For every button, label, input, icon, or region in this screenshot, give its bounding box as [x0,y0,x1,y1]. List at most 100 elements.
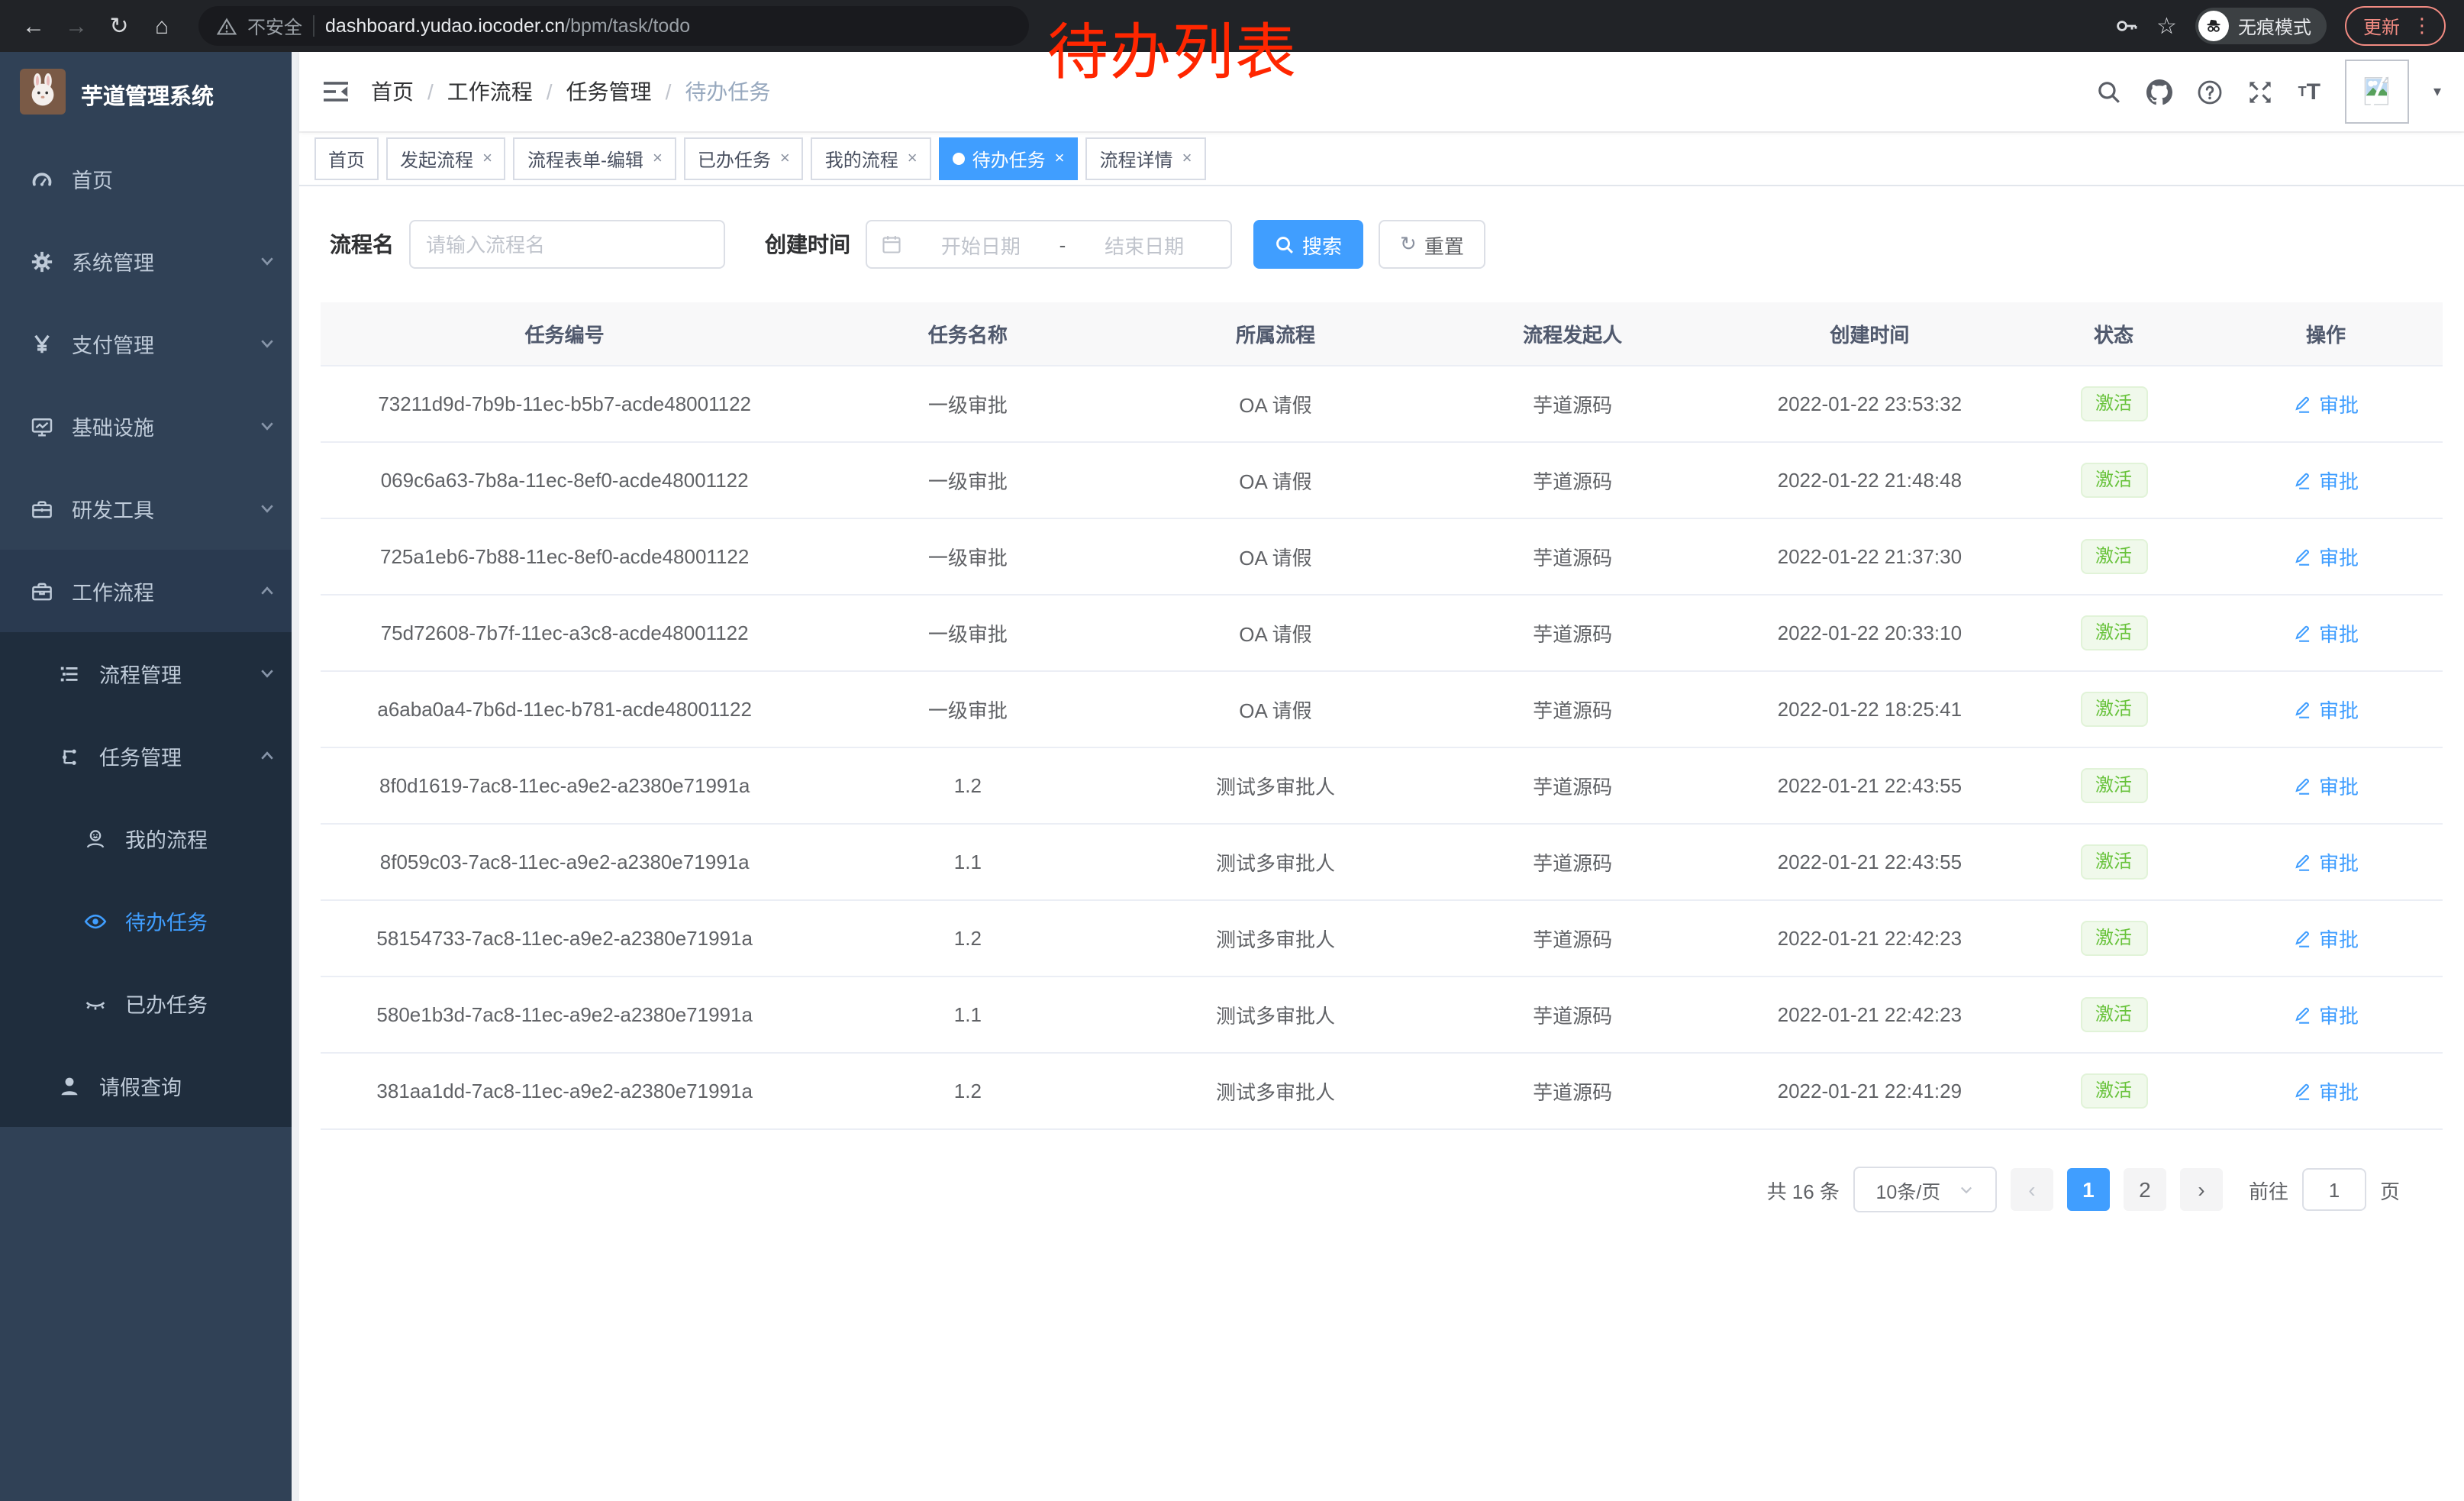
divider [313,15,314,37]
github-icon[interactable] [2147,79,2173,105]
prev-page-button[interactable]: ‹ [2011,1168,2053,1211]
browser-reload-icon[interactable]: ↻ [101,8,137,44]
process-cell: OA 请假 [1127,671,1424,747]
content: 流程名 创建时间 开始日期 - 结束日期 搜索 ↻ [299,186,2464,1501]
font-size-icon[interactable]: TT [2298,80,2320,103]
approve-button[interactable]: 审批 [2293,618,2359,647]
sidebar-item-todo-tasks[interactable]: 待办任务 [0,880,299,962]
active-tab-dot [953,153,965,165]
approve-button[interactable]: 审批 [2293,542,2359,571]
sidebar-item-system[interactable]: 系统管理 [0,220,299,302]
browser-home-icon[interactable]: ⌂ [144,8,180,44]
search-button[interactable]: 搜索 [1253,220,1363,269]
process-cell: OA 请假 [1127,366,1424,442]
approve-button[interactable]: 审批 [2293,695,2359,724]
sidebar-item-home[interactable]: 首页 [0,137,299,220]
update-label: 更新 [2363,13,2400,39]
sidebar-item-my-process[interactable]: 我的流程 [0,797,299,880]
share-icon [58,744,81,767]
approve-button[interactable]: 审批 [2293,771,2359,800]
page-numbers: 12 [2067,1168,2166,1211]
sidebar-collapse-icon[interactable] [322,78,350,105]
starter-cell: 芋道源码 [1424,900,1721,976]
incognito-badge[interactable]: 无痕模式 [2195,8,2327,44]
table-row: 8f059c03-7ac8-11ec-a9e2-a2380e71991a1.1测… [321,824,2443,900]
fullscreen-icon[interactable] [2248,79,2274,105]
avatar[interactable] [2345,60,2409,124]
tab-close-icon[interactable]: × [653,150,663,168]
chevron-down-icon [258,417,276,435]
browser-back-icon[interactable]: ← [15,8,52,44]
status-cell: 激活 [2018,366,2209,442]
tab-home[interactable]: 首页 [314,137,379,180]
breadcrumb-item[interactable]: 首页 [371,76,414,107]
help-icon[interactable] [2198,79,2224,105]
starter-cell: 芋道源码 [1424,518,1721,595]
task-name-cell: 1.2 [808,900,1127,976]
sidebar-scrollbar[interactable] [292,52,299,1501]
column-header: 任务编号 [321,302,808,366]
people-icon [84,827,107,850]
tab-start-process[interactable]: 发起流程× [386,137,506,180]
breadcrumb-item[interactable]: 工作流程 [447,76,533,107]
goto-page-input[interactable] [2302,1168,2366,1211]
breadcrumb-item[interactable]: 任务管理 [566,76,652,107]
reset-button[interactable]: ↻ 重置 [1379,220,1485,269]
chevron-up-icon [258,747,276,765]
tab-process-detail[interactable]: 流程详情× [1086,137,1206,180]
task-name-cell: 1.1 [808,976,1127,1053]
tab-done-tasks[interactable]: 已办任务× [684,137,804,180]
tab-close-icon[interactable]: × [1055,150,1065,168]
sidebar-item-workflow[interactable]: 工作流程 [0,550,299,632]
column-header: 操作 [2209,302,2443,366]
eye-closed-icon [84,992,107,1015]
sidebar-item-infra[interactable]: 基础设施 [0,385,299,467]
browser-menu-dots-icon[interactable]: ⋮ [2412,14,2432,38]
browser-forward-icon[interactable]: → [58,8,95,44]
process-cell: 测试多审批人 [1127,1053,1424,1129]
tab-todo-tasks[interactable]: 待办任务× [939,137,1079,180]
status-badge: 激活 [2080,922,2147,956]
approve-button[interactable]: 审批 [2293,466,2359,495]
tab-close-icon[interactable]: × [908,150,918,168]
sidebar-logo[interactable]: 芋道管理系统 [0,52,299,137]
tab-form-edit[interactable]: 流程表单-编辑× [514,137,676,180]
task-name-cell: 一级审批 [808,442,1127,518]
page-number-2[interactable]: 2 [2124,1168,2166,1211]
date-range-picker[interactable]: 开始日期 - 结束日期 [866,220,1232,269]
sidebar-item-task-mgmt[interactable]: 任务管理 [0,715,299,797]
page-size-select[interactable]: 10条/页 [1853,1167,1997,1212]
warning-icon [217,16,237,36]
search-icon[interactable] [2097,79,2123,105]
approve-button[interactable]: 审批 [2293,924,2359,953]
approve-button[interactable]: 审批 [2293,389,2359,418]
status-cell: 激活 [2018,595,2209,671]
tab-close-icon[interactable]: × [482,150,492,168]
status-cell: 激活 [2018,900,2209,976]
tab-my-process[interactable]: 我的流程× [811,137,931,180]
approve-button[interactable]: 审批 [2293,1000,2359,1029]
tab-close-icon[interactable]: × [780,150,790,168]
process-name-input[interactable] [409,220,725,269]
address-bar[interactable]: 不安全 dashboard.yudao.iocoder.cn/bpm/task/… [198,6,1029,46]
sidebar-item-done-tasks[interactable]: 已办任务 [0,962,299,1044]
tab-close-icon[interactable]: × [1182,150,1192,168]
key-icon[interactable] [2114,14,2138,38]
starter-cell: 芋道源码 [1424,595,1721,671]
avatar-caret-icon[interactable]: ▾ [2433,83,2441,100]
sidebar-item-process-mgmt[interactable]: 流程管理 [0,632,299,715]
approve-label: 审批 [2319,618,2359,647]
sidebar-item-devtools[interactable]: 研发工具 [0,467,299,550]
sidebar-item-label: 已办任务 [125,988,208,1018]
approve-label: 审批 [2319,1000,2359,1029]
sidebar-menu: 首页系统管理支付管理基础设施研发工具工作流程流程管理任务管理我的流程待办任务已办… [0,137,299,1127]
bookmark-star-icon[interactable]: ☆ [2156,12,2177,40]
approve-button[interactable]: 审批 [2293,847,2359,876]
next-page-button[interactable]: › [2180,1168,2223,1211]
approve-button[interactable]: 审批 [2293,1077,2359,1106]
sidebar-item-payment[interactable]: 支付管理 [0,302,299,385]
page-number-1[interactable]: 1 [2067,1168,2110,1211]
status-badge: 激活 [2080,998,2147,1032]
browser-update-button[interactable]: 更新 ⋮ [2345,6,2446,46]
sidebar-item-leave-query[interactable]: 请假查询 [0,1044,299,1127]
